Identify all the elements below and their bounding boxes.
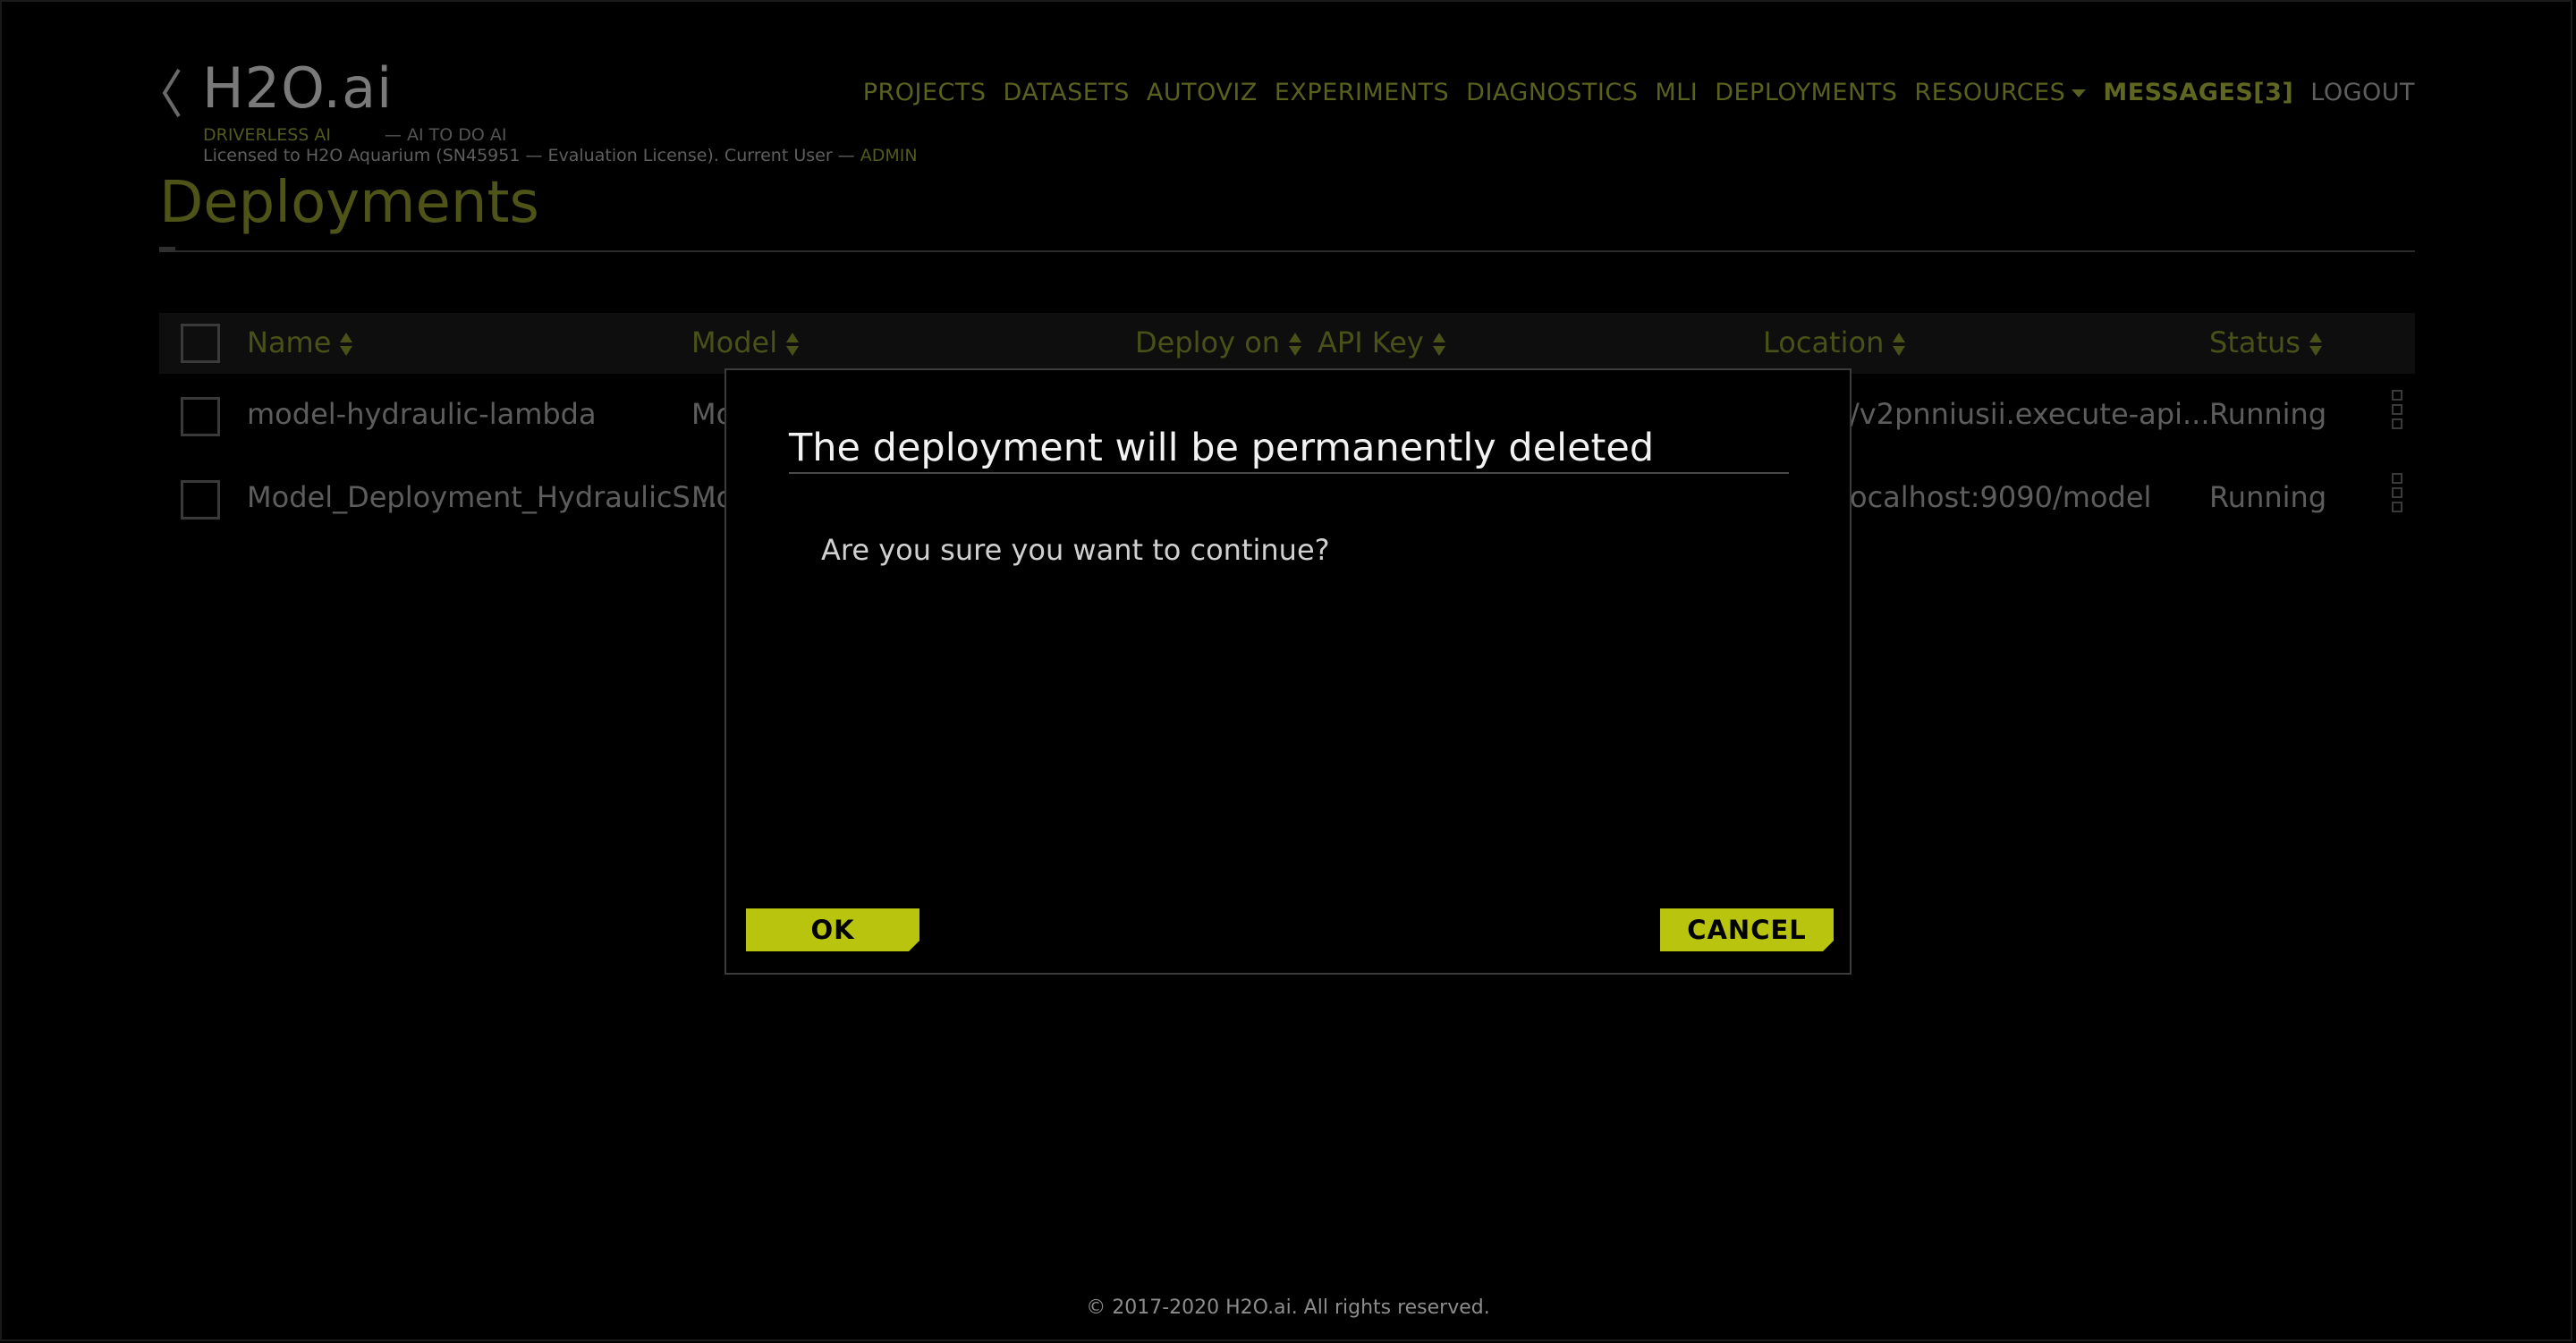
column-header-deploy-on[interactable]: Deploy on <box>1135 325 1302 359</box>
row-location: ocalhost:9090/model <box>1850 480 2152 514</box>
column-header-status[interactable]: Status <box>2209 325 2322 359</box>
nav-diagnostics[interactable]: DIAGNOSTICS <box>1466 79 1638 106</box>
nav-messages[interactable]: MESSAGES[3] <box>2103 79 2293 106</box>
nav-resources[interactable]: RESOURCES <box>1914 79 2087 106</box>
row-name[interactable]: model-hydraulic-lambda <box>247 397 597 431</box>
title-divider <box>159 247 2415 252</box>
column-header-api-key[interactable]: API Key <box>1318 325 1445 359</box>
app-logo[interactable]: H2O.ai <box>202 55 393 121</box>
page-title: Deployments <box>159 170 539 236</box>
dialog-title: The deployment will be permanently delet… <box>789 426 1655 470</box>
sort-icon <box>1432 331 1445 358</box>
row-status: Running <box>2209 397 2327 431</box>
sort-icon <box>2309 331 2322 358</box>
product-tagline: — AI TO DO AI <box>385 125 507 145</box>
row-name[interactable]: Model_Deployment_HydraulicS... <box>247 480 717 514</box>
footer-copyright: © 2017-2020 H2O.ai. All rights reserved. <box>1086 1297 1490 1319</box>
row-location: /v2pnniusii.execute-api.... <box>1850 397 2219 431</box>
top-navigation: PROJECTS DATASETS AUTOVIZ EXPERIMENTS DI… <box>863 79 2415 106</box>
license-text: Licensed to H2O Aquarium (SN45951 — Eval… <box>203 146 860 165</box>
nav-mli[interactable]: MLI <box>1655 79 1698 106</box>
nav-datasets[interactable]: DATASETS <box>1004 79 1130 106</box>
cancel-button[interactable]: CANCEL <box>1660 908 1834 951</box>
column-api-key-label: API Key <box>1318 325 1424 359</box>
sort-icon <box>786 331 800 358</box>
sort-icon <box>1289 331 1302 358</box>
caret-down-icon <box>2072 89 2087 97</box>
table-header: Name Model Deploy on API Key Location St… <box>159 313 2415 374</box>
sort-icon <box>1893 331 1906 358</box>
column-header-model[interactable]: Model <box>691 325 800 359</box>
column-model-label: Model <box>691 325 778 359</box>
nav-deployments[interactable]: DEPLOYMENTS <box>1715 79 1897 106</box>
column-header-name[interactable]: Name <box>247 325 353 359</box>
deployments-page: H2O.ai DRIVERLESS AI — AI TO DO AI Licens… <box>0 0 2576 1343</box>
row-checkbox[interactable] <box>181 480 220 519</box>
current-user: ADMIN <box>860 146 918 165</box>
delete-confirm-dialog: The deployment will be permanently delet… <box>724 368 1852 975</box>
sort-icon <box>340 331 353 358</box>
column-location-label: Location <box>1763 325 1885 359</box>
row-status: Running <box>2209 480 2327 514</box>
product-name: DRIVERLESS AI <box>203 125 331 145</box>
dialog-divider <box>789 472 1789 474</box>
row-menu-icon[interactable] <box>2392 390 2402 433</box>
dialog-message: Are you sure you want to continue? <box>821 533 1330 567</box>
nav-projects[interactable]: PROJECTS <box>863 79 987 106</box>
column-name-label: Name <box>247 325 332 359</box>
product-line: DRIVERLESS AI — AI TO DO AI <box>203 125 507 145</box>
nav-logout[interactable]: LOGOUT <box>2310 79 2415 106</box>
license-line: Licensed to H2O Aquarium (SN45951 — Eval… <box>203 146 918 165</box>
column-header-location[interactable]: Location <box>1763 325 1906 359</box>
column-deploy-on-label: Deploy on <box>1135 325 1281 359</box>
select-all-checkbox[interactable] <box>181 324 220 363</box>
nav-resources-label: RESOURCES <box>1914 79 2066 106</box>
nav-autoviz[interactable]: AUTOVIZ <box>1147 79 1258 106</box>
back-chevron-icon[interactable] <box>157 66 184 120</box>
nav-experiments[interactable]: EXPERIMENTS <box>1275 79 1449 106</box>
row-menu-icon[interactable] <box>2392 473 2402 516</box>
row-checkbox[interactable] <box>181 397 220 436</box>
column-status-label: Status <box>2209 325 2301 359</box>
ok-button[interactable]: OK <box>746 908 919 951</box>
